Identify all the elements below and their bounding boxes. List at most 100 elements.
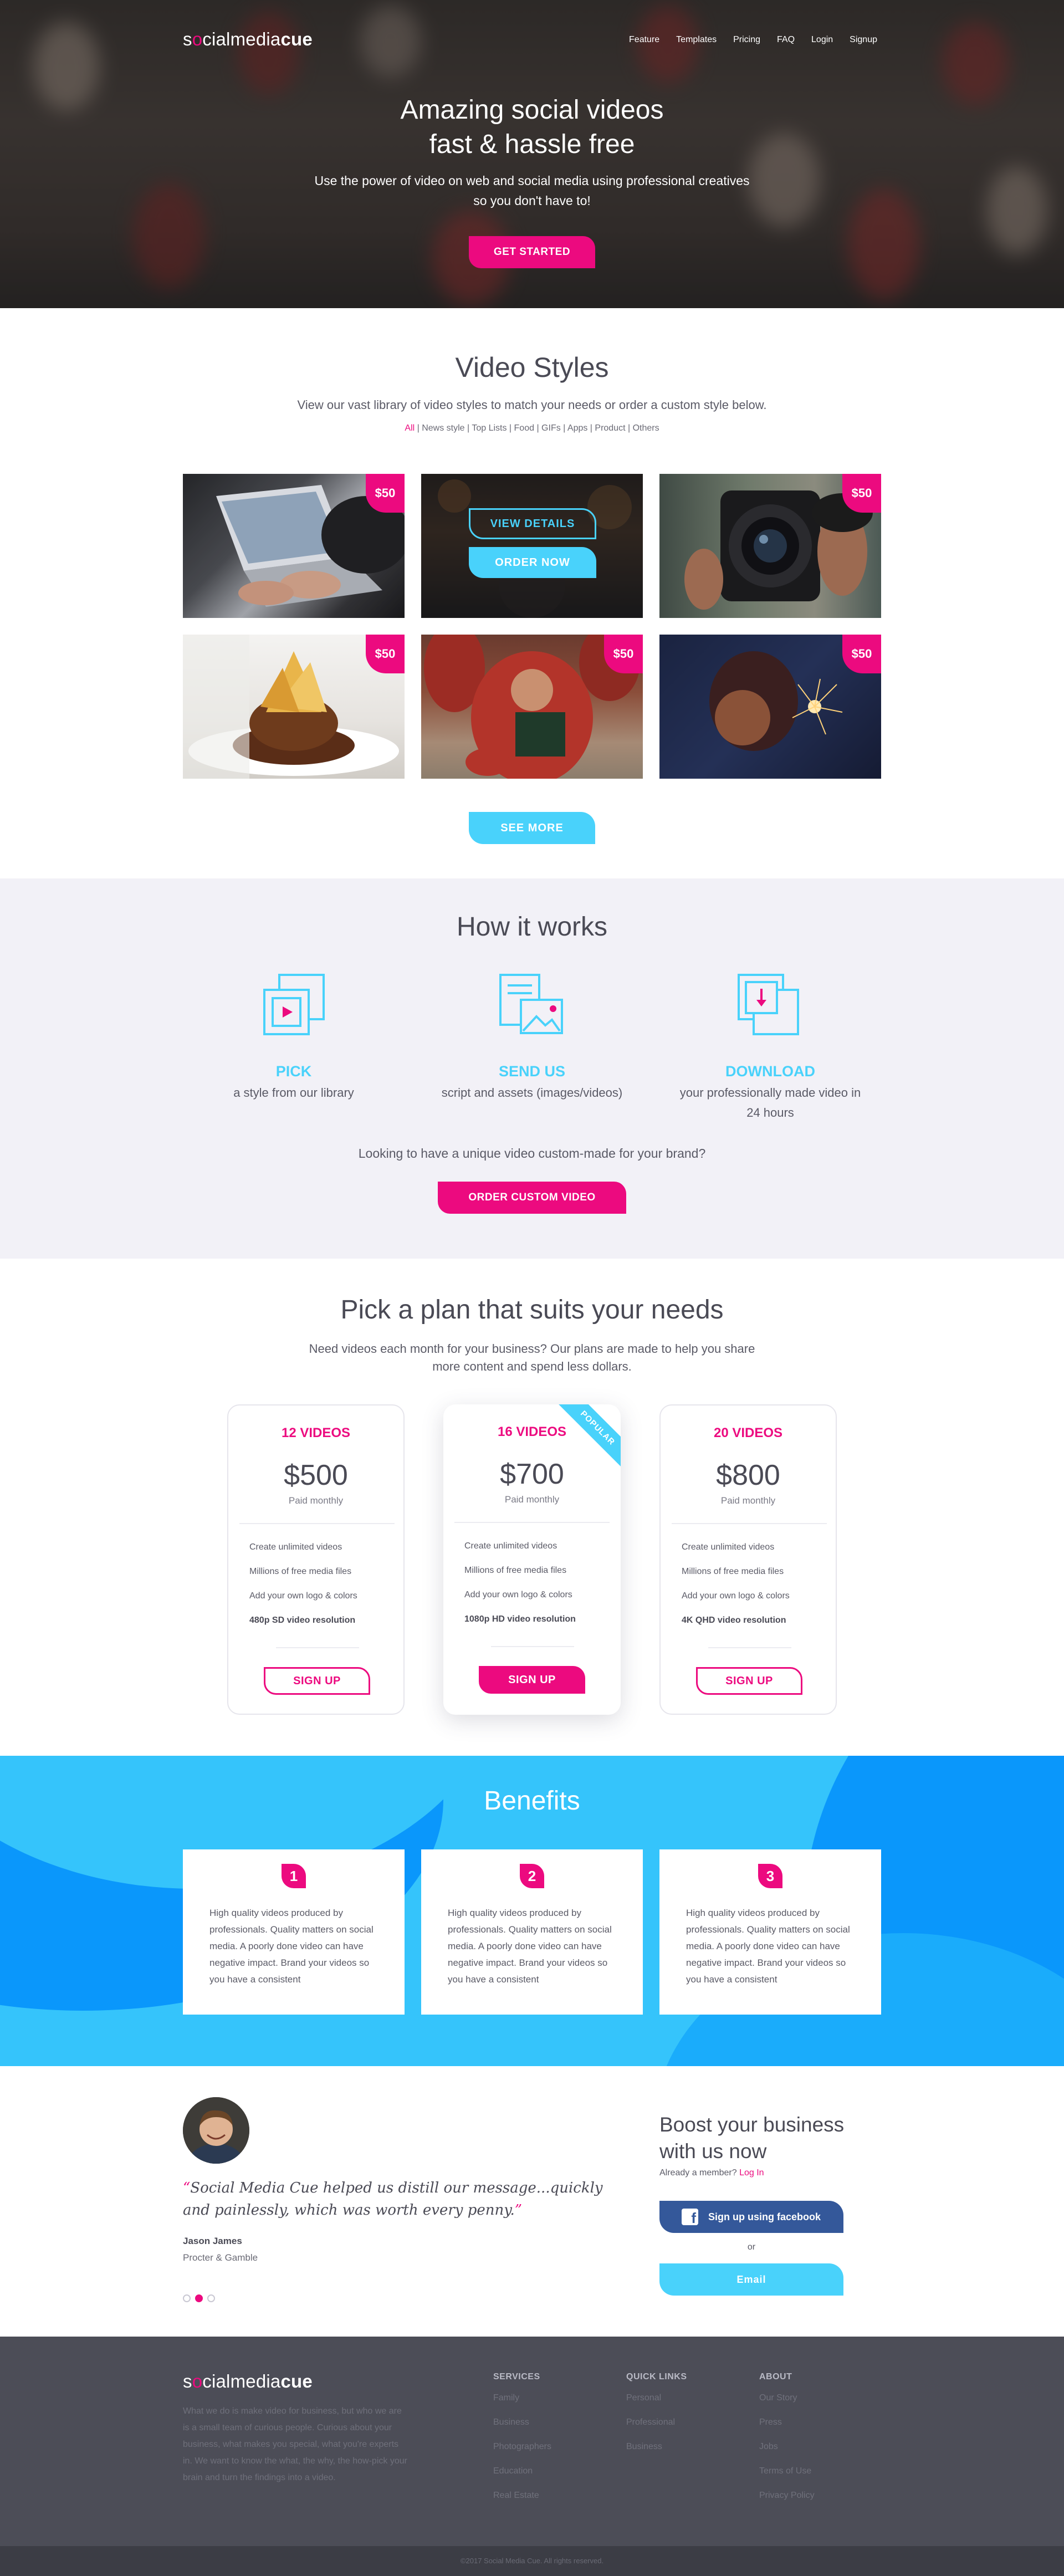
footer-link[interactable]: Business <box>493 2417 551 2442</box>
plan-feature: Millions of free media files <box>464 1566 567 1575</box>
plan-feature: Create unlimited videos <box>464 1541 557 1551</box>
video-styles-title: Video Styles <box>455 352 609 383</box>
carousel-dot-active[interactable] <box>195 2294 203 2302</box>
logo-text-bold: cue <box>280 29 313 49</box>
hero-subtitle: Use the power of video on web and social… <box>0 171 1064 211</box>
footer-link[interactable]: Education <box>493 2466 551 2491</box>
pricing-subtitle-line: more content and spend less dollars. <box>432 1359 632 1373</box>
avatar-portrait <box>183 2097 249 2164</box>
quote-text: Social Media Cue helped us distill our m… <box>183 2180 603 2219</box>
brand-logo[interactable]: socialmediacue <box>183 29 313 50</box>
plan-feature: Add your own logo & colors <box>464 1590 572 1599</box>
footer-logo[interactable]: socialmediacue <box>183 2371 313 2392</box>
benefits-title: Benefits <box>484 1786 580 1816</box>
footer-link[interactable]: Our Story <box>759 2393 815 2417</box>
step-pick-text: a style from our library <box>233 1086 354 1100</box>
plan-signup-button[interactable]: SIGN UP <box>264 1667 370 1695</box>
nav-templates[interactable]: Templates <box>676 35 717 45</box>
plan-features: Create unlimited videos Millions of free… <box>464 1540 576 1637</box>
benefit-card: 2 High quality videos produced by profes… <box>421 1849 643 2015</box>
filter-apps[interactable]: Apps <box>567 423 587 433</box>
plan-feature: Create unlimited videos <box>682 1542 775 1552</box>
view-details-button[interactable]: VIEW DETAILS <box>469 508 596 539</box>
filter-separator: | <box>625 423 633 433</box>
hero-title: Amazing social videos fast & hassle free <box>0 93 1064 162</box>
footer-link[interactable]: Privacy Policy <box>759 2491 815 2515</box>
video-style-tile[interactable]: VIEW DETAILS ORDER NOW <box>421 474 643 618</box>
footer-about-column: ABOUT Our Story Press Jobs Terms of Use … <box>759 2372 815 2515</box>
footer-link[interactable]: Professional <box>626 2417 687 2442</box>
video-style-tile[interactable]: $50 <box>183 474 405 618</box>
filter-food[interactable]: Food <box>514 423 534 433</box>
footer-link[interactable]: Terms of Use <box>759 2466 815 2491</box>
main-nav: Feature Templates Pricing FAQ Login Sign… <box>629 35 877 45</box>
filter-separator: | <box>464 423 472 433</box>
plan-price: $500 <box>284 1459 348 1491</box>
benefit-text: High quality videos produced by professi… <box>686 1908 850 1985</box>
nav-faq[interactable]: FAQ <box>777 35 795 45</box>
carousel-dots <box>183 2294 215 2302</box>
footer-link[interactable]: Business <box>626 2442 687 2466</box>
nav-signup[interactable]: Signup <box>850 35 877 45</box>
plan-feature: Add your own logo & colors <box>682 1591 790 1601</box>
carousel-dot[interactable] <box>183 2294 191 2302</box>
plan-period: Paid monthly <box>504 1494 560 1505</box>
footer-link[interactable]: Photographers <box>493 2442 551 2466</box>
video-stack-icon <box>263 974 325 1035</box>
video-style-tile[interactable]: $50 <box>659 474 881 618</box>
logo-text: s <box>183 29 192 49</box>
plan-name: 12 VIDEOS <box>281 1425 351 1440</box>
logo-text-bold: cue <box>280 2371 313 2391</box>
footer-link[interactable]: Personal <box>626 2393 687 2417</box>
get-started-button[interactable]: GET STARTED <box>469 236 595 268</box>
facebook-signup-label: Sign up using facebook <box>708 2211 821 2222</box>
video-style-tile[interactable]: $50 <box>659 635 881 779</box>
divider <box>672 1523 827 1524</box>
filter-all[interactable]: All <box>405 423 415 433</box>
filter-top-lists[interactable]: Top Lists <box>472 423 507 433</box>
see-more-button[interactable]: SEE MORE <box>469 812 595 844</box>
email-signup-button[interactable]: Email <box>659 2263 843 2296</box>
video-style-tile[interactable]: $50 <box>183 635 405 779</box>
logo-text: cialmedia <box>202 2371 281 2391</box>
logo-dot: o <box>192 29 203 49</box>
filter-separator: | <box>534 423 542 433</box>
order-custom-video-button[interactable]: ORDER CUSTOM VIDEO <box>438 1182 626 1214</box>
testimonial-author: Jason James <box>183 2236 242 2246</box>
benefit-card: 1 High quality videos produced by profes… <box>183 1849 405 2015</box>
plan-signup-button[interactable]: SIGN UP <box>479 1666 585 1694</box>
footer-link[interactable]: Real Estate <box>493 2491 551 2515</box>
copyright: ©2017 Social Media Cue. All rights reser… <box>0 2546 1064 2576</box>
plan-period: Paid monthly <box>288 1495 344 1506</box>
pricing-title: Pick a plan that suits your needs <box>340 1295 724 1325</box>
plan-feature: Millions of free media files <box>249 1567 352 1576</box>
signup-title-line: Boost your business <box>659 2113 845 2136</box>
filter-others[interactable]: Others <box>633 423 659 433</box>
footer-quick-links-column: QUICK LINKS Personal Professional Busine… <box>626 2372 687 2466</box>
member-text: Already a member? <box>659 2168 737 2178</box>
footer-link[interactable]: Jobs <box>759 2442 815 2466</box>
footer-link[interactable]: Family <box>493 2393 551 2417</box>
divider <box>491 1646 574 1647</box>
video-style-tile[interactable]: $50 <box>421 635 643 779</box>
quote-mark: ” <box>514 2202 523 2219</box>
hero-subtitle-line: Use the power of video on web and social… <box>314 173 750 188</box>
login-link[interactable]: Log In <box>739 2168 764 2178</box>
order-now-button[interactable]: ORDER NOW <box>469 547 596 578</box>
plan-feature-resolution: 4K QHD video resolution <box>682 1616 786 1625</box>
filter-gifs[interactable]: GIFs <box>541 423 561 433</box>
facebook-signup-button[interactable]: f Sign up using facebook <box>659 2201 843 2233</box>
footer-link[interactable]: Press <box>759 2417 815 2442</box>
filter-news-style[interactable]: News style <box>422 423 464 433</box>
hero-title-line: fast & hassle free <box>429 130 635 159</box>
step-pick-title: PICK <box>275 1063 312 1080</box>
nav-feature[interactable]: Feature <box>629 35 659 45</box>
plan-features: Create unlimited videos Millions of free… <box>249 1541 357 1638</box>
nav-login[interactable]: Login <box>811 35 833 45</box>
nav-pricing[interactable]: Pricing <box>733 35 760 45</box>
plan-signup-button[interactable]: SIGN UP <box>696 1667 802 1695</box>
plan-card-12: 12 VIDEOS $500 Paid monthly Create unlim… <box>227 1404 405 1715</box>
carousel-dot[interactable] <box>207 2294 215 2302</box>
filter-product[interactable]: Product <box>595 423 625 433</box>
divider <box>454 1522 610 1523</box>
